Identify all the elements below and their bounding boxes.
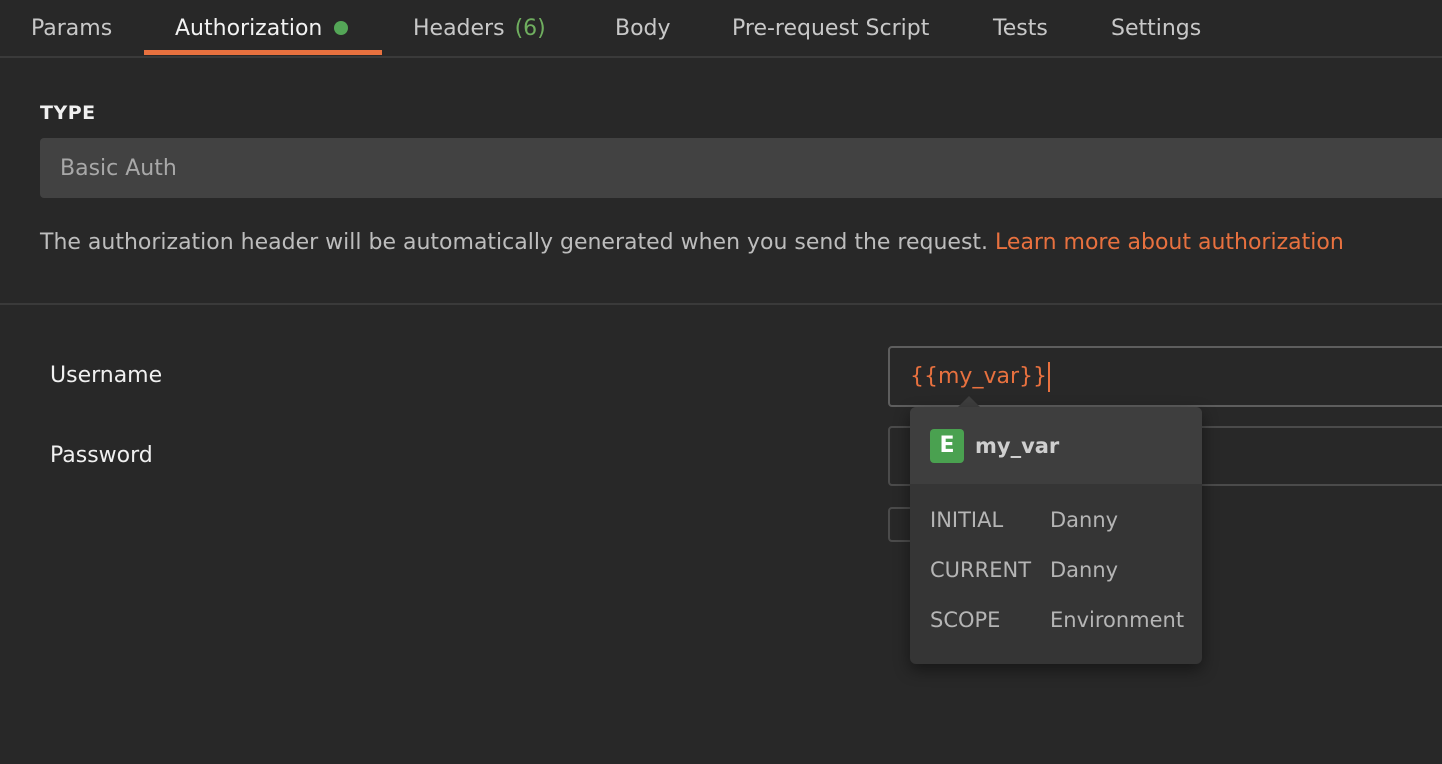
text-caret <box>1047 361 1050 392</box>
tab-headers[interactable]: Headers (6) <box>413 0 546 56</box>
section-divider <box>0 303 1442 305</box>
learn-more-link[interactable]: Learn more about authorization <box>995 230 1344 255</box>
active-tab-underline <box>144 50 382 55</box>
tab-authorization-label: Authorization <box>175 15 323 41</box>
popover-key: INITIAL <box>930 508 1004 532</box>
tab-tests[interactable]: Tests <box>993 0 1048 56</box>
variable-name: my_var <box>975 433 1060 458</box>
environment-badge-icon: E <box>930 428 964 463</box>
auth-type-value: Basic Auth <box>60 155 177 181</box>
request-tabs: Params Authorization Headers (6) Body Pr… <box>0 0 1442 58</box>
headers-count: (6) <box>514 15 546 41</box>
tab-body[interactable]: Body <box>615 0 671 56</box>
tab-params-label: Params <box>31 15 113 41</box>
popover-key: SCOPE <box>930 608 1001 632</box>
tab-pre-request-script-label: Pre-request Script <box>732 15 930 41</box>
popover-key: CURRENT <box>930 558 1032 582</box>
username-value: {{my_var}} <box>910 364 1047 389</box>
variable-popover-header[interactable]: E my_var <box>910 407 1202 484</box>
type-label: TYPE <box>40 102 96 124</box>
popover-value: Danny <box>1050 508 1119 532</box>
tab-headers-label: Headers <box>413 15 505 41</box>
popover-value: Environment <box>1050 608 1185 632</box>
username-label: Username <box>50 363 163 388</box>
popover-arrow <box>958 396 980 407</box>
tab-tests-label: Tests <box>993 15 1048 41</box>
tab-body-label: Body <box>615 15 671 41</box>
tab-authorization[interactable]: Authorization <box>175 0 349 56</box>
tab-settings-label: Settings <box>1111 15 1202 41</box>
password-label: Password <box>50 443 153 468</box>
popover-value: Danny <box>1050 558 1119 582</box>
tab-settings[interactable]: Settings <box>1111 0 1201 56</box>
auth-type-select[interactable]: Basic Auth <box>40 138 1442 198</box>
tab-pre-request-script[interactable]: Pre-request Script <box>732 0 929 56</box>
auth-help-description: The authorization header will be automat… <box>40 230 989 255</box>
active-indicator-dot <box>334 21 349 35</box>
tab-params[interactable]: Params <box>31 0 112 56</box>
auth-help-text: The authorization header will be automat… <box>40 230 1344 255</box>
variable-popover: E my_var INITIAL Danny CURRENT Danny SCO… <box>910 407 1202 664</box>
